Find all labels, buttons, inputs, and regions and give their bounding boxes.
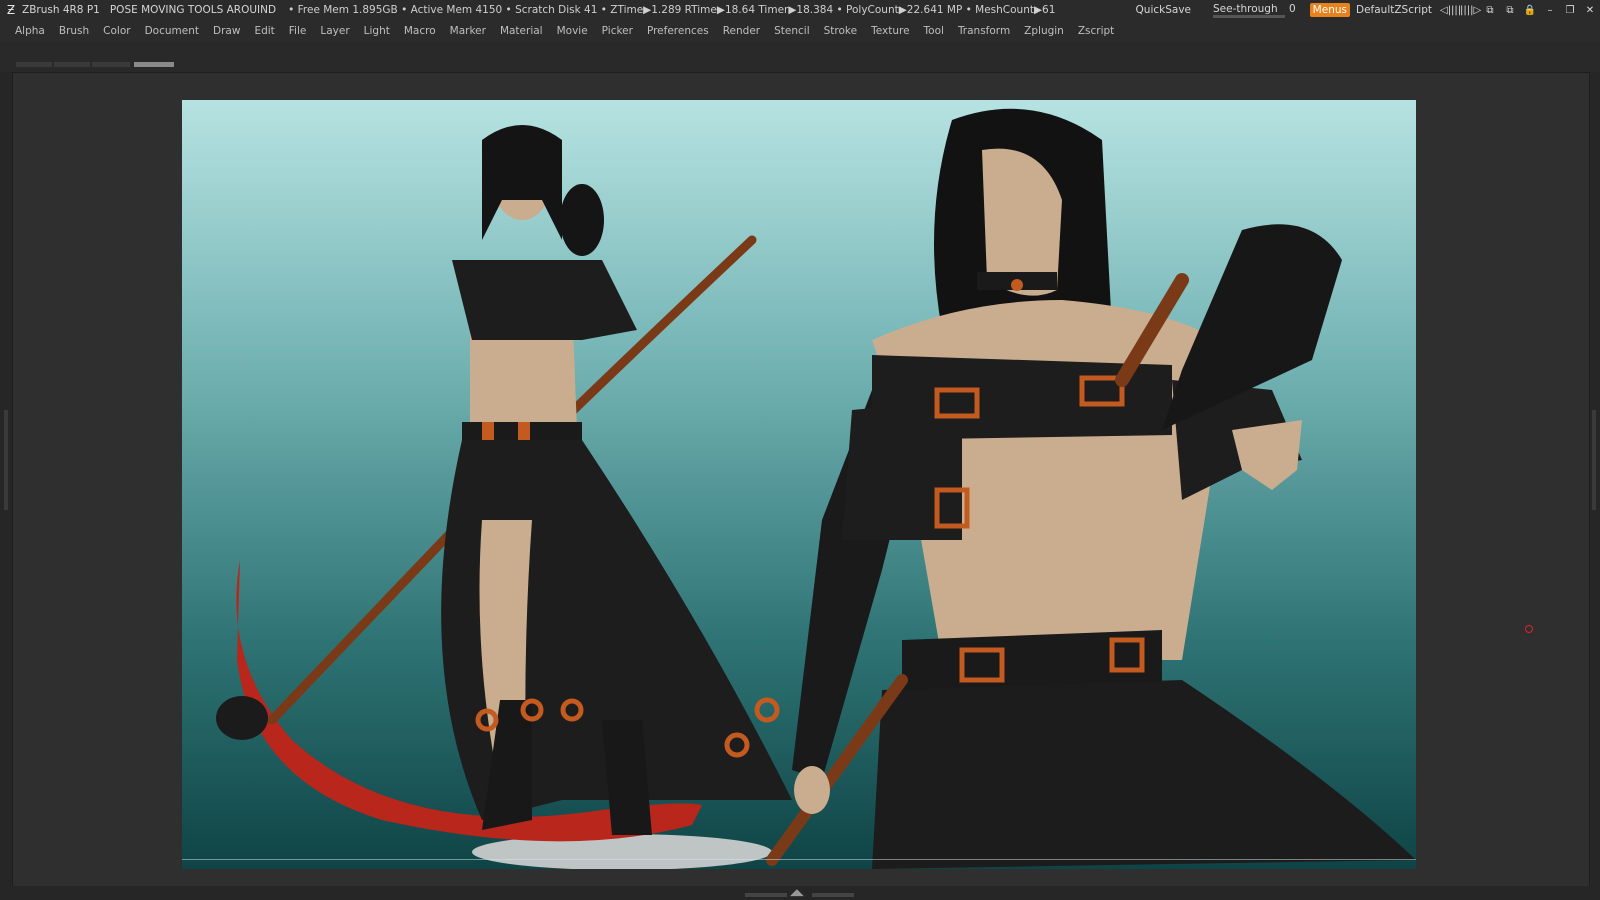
menu-alpha[interactable]: Alpha <box>0 25 52 37</box>
closeup-cape <box>842 400 962 540</box>
see-through-track <box>1213 15 1285 18</box>
menu-movie[interactable]: Movie <box>550 25 595 37</box>
title-bar: Ƶ ZBrush 4R8 P1 POSE MOVING TOOLS AROUIN… <box>0 0 1600 20</box>
zbrush-logo-icon: Ƶ <box>6 3 16 17</box>
layout-alt-icon[interactable]: ⧉ <box>1500 5 1520 16</box>
closeup-skirt <box>872 680 1416 869</box>
bottom-tray: ◢◣ <box>0 886 1600 900</box>
crop-top <box>452 260 637 340</box>
menu-stroke[interactable]: Stroke <box>817 25 864 37</box>
ring <box>754 697 780 723</box>
menu-light[interactable]: Light <box>357 25 397 37</box>
menu-picker[interactable]: Picker <box>595 25 640 37</box>
menu-bar: Alpha Brush Color Document Draw Edit Fil… <box>0 20 1600 41</box>
right-tray-handle[interactable] <box>1592 410 1596 510</box>
menu-tool[interactable]: Tool <box>917 25 951 37</box>
menu-brush[interactable]: Brush <box>52 25 96 37</box>
viewport-canvas[interactable] <box>182 100 1416 869</box>
menu-transform[interactable]: Transform <box>951 25 1017 37</box>
shelf-tab[interactable] <box>16 62 52 67</box>
menu-stencil[interactable]: Stencil <box>767 25 817 37</box>
closeup-figure <box>766 108 1416 869</box>
full-figure <box>216 125 792 869</box>
floor-line <box>182 859 1416 860</box>
hair <box>482 125 562 240</box>
shelf-tab[interactable] <box>54 62 90 67</box>
buckle <box>482 422 494 440</box>
menu-zscript[interactable]: Zscript <box>1071 25 1121 37</box>
brush-cursor-icon <box>1525 625 1533 633</box>
shrink-ui-icon[interactable]: ◁|||| <box>1440 5 1461 16</box>
bottom-tray-tab[interactable] <box>745 893 787 897</box>
menus-toggle-button[interactable]: Menus <box>1309 3 1350 17</box>
default-zscript-button[interactable]: DefaultZScript <box>1356 4 1432 16</box>
menu-file[interactable]: File <box>282 25 314 37</box>
menu-edit[interactable]: Edit <box>247 25 281 37</box>
menu-color[interactable]: Color <box>96 25 137 37</box>
app-title: ZBrush 4R8 P1 <box>22 4 100 16</box>
memory-stats: • Free Mem 1.895GB • Active Mem 4150 • S… <box>288 4 1056 16</box>
bottom-tray-tab[interactable] <box>812 893 854 897</box>
menu-preferences[interactable]: Preferences <box>640 25 716 37</box>
shelf-tab[interactable] <box>92 62 130 67</box>
shelf-tab-active[interactable] <box>134 62 174 67</box>
menu-layer[interactable]: Layer <box>313 25 356 37</box>
crow <box>560 184 604 256</box>
menu-document[interactable]: Document <box>138 25 206 37</box>
closeup-hand <box>1232 420 1302 490</box>
menu-macro[interactable]: Macro <box>397 25 443 37</box>
collar-ring <box>1011 279 1023 291</box>
minimize-icon[interactable]: – <box>1540 5 1560 16</box>
see-through-slider[interactable]: See-through 0 <box>1213 3 1296 18</box>
sculpt-render <box>216 108 1416 869</box>
restore-icon[interactable]: ❐ <box>1560 5 1580 16</box>
lock-icon[interactable]: 🔒 <box>1520 5 1540 16</box>
expand-ui-icon[interactable]: ||||▷ <box>1460 5 1481 16</box>
see-through-label: See-through <box>1213 3 1278 15</box>
quicksave-button[interactable]: QuickSave <box>1136 4 1191 16</box>
tray-toggle-icon[interactable]: ◢◣ <box>790 888 804 898</box>
closeup-lower-hand <box>794 766 830 814</box>
menu-render[interactable]: Render <box>716 25 767 37</box>
skull <box>216 696 268 740</box>
top-shelf <box>0 41 1600 72</box>
layout-icon[interactable]: ⧉ <box>1480 5 1500 16</box>
menu-marker[interactable]: Marker <box>443 25 493 37</box>
menu-material[interactable]: Material <box>493 25 550 37</box>
left-tray-handle[interactable] <box>4 410 8 510</box>
menu-zplugin[interactable]: Zplugin <box>1017 25 1071 37</box>
close-icon[interactable]: ✕ <box>1580 5 1600 16</box>
menu-draw[interactable]: Draw <box>206 25 247 37</box>
menu-texture[interactable]: Texture <box>864 25 916 37</box>
see-through-value: 0 <box>1288 3 1296 15</box>
titlebar-controls: QuickSave See-through 0 Menus DefaultZSc… <box>1136 0 1600 20</box>
buckle <box>518 422 530 440</box>
document-title: POSE MOVING TOOLS AROUIND <box>109 4 277 16</box>
